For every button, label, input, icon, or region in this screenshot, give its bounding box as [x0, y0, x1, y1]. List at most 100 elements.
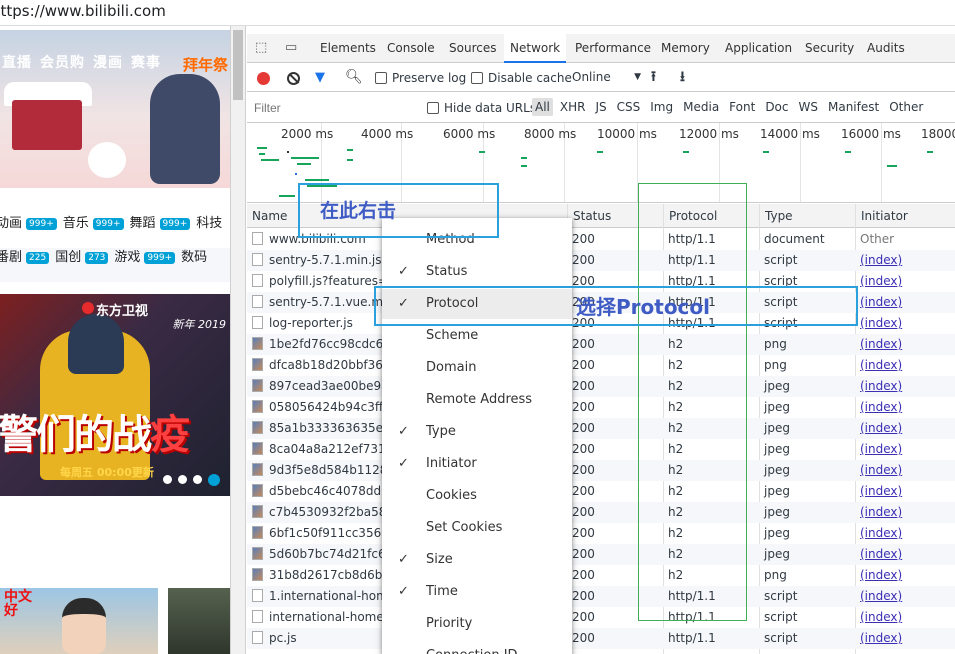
category-link[interactable]: 科技 [196, 214, 222, 234]
menu-item-status[interactable]: ✓ Status [382, 257, 572, 287]
checkbox-box[interactable] [471, 72, 483, 84]
menu-item-time[interactable]: ✓ Time [382, 577, 572, 607]
type-filter-js[interactable]: JS [592, 98, 609, 116]
table-row[interactable]: 6bf1c50f911cc35601 200 h2 jpeg (index) [247, 523, 955, 544]
scrollbar-thumb[interactable] [233, 30, 243, 100]
checkbox-box[interactable] [375, 72, 387, 84]
table-row[interactable]: c7b4530932f2ba587f 200 h2 jpeg (index) [247, 502, 955, 523]
table-row[interactable]: 9d3f5e8d584b11283a 200 h2 jpeg (index) [247, 460, 955, 481]
tab-memory[interactable]: Memory [661, 34, 710, 62]
menu-item-priority[interactable]: Priority [382, 609, 572, 639]
table-row[interactable]: 85a1b333363635ed3 200 h2 jpeg (index) [247, 418, 955, 439]
menu-item-cookies[interactable]: Cookies [382, 481, 572, 511]
initiator-cell[interactable]: (index) [855, 355, 955, 376]
type-filter-other[interactable]: Other [886, 98, 926, 116]
carousel-dot[interactable] [163, 475, 172, 484]
menu-item-type[interactable]: ✓ Type [382, 417, 572, 447]
table-row[interactable]: pc.js 200 http/1.1 script (index) [247, 628, 955, 649]
tab-performance[interactable]: Performance [575, 34, 651, 62]
hide-data-urls-checkbox[interactable]: Hide data URLs [427, 101, 536, 115]
carousel-dot[interactable] [193, 475, 202, 484]
initiator-cell[interactable]: (index) [855, 376, 955, 397]
checkbox-box[interactable] [427, 102, 439, 114]
initiator-cell[interactable]: (index) [855, 565, 955, 586]
site-banner[interactable]: 直播 会员购 漫画 赛事 拜年祭 [0, 30, 230, 188]
site-nav-link[interactable]: 直播 [2, 55, 32, 71]
tab-application[interactable]: Application [725, 34, 792, 62]
filter-input[interactable] [250, 97, 414, 119]
site-nav-link[interactable]: 漫画 [93, 55, 123, 71]
type-filter-ws[interactable]: WS [796, 98, 821, 116]
table-row[interactable]: 1be2fd76cc98cdc6a5 200 h2 png (index) [247, 334, 955, 355]
menu-item-size[interactable]: ✓ Size [382, 545, 572, 575]
device-toolbar-icon[interactable]: ▭ [285, 41, 301, 55]
category-link[interactable]: 动画 [0, 214, 22, 234]
table-row[interactable]: 058056424b94c3ff8c 200 h2 jpeg (index) [247, 397, 955, 418]
initiator-cell[interactable]: (index) [855, 481, 955, 502]
menu-item-initiator[interactable]: ✓ Initiator [382, 449, 572, 479]
category-link[interactable]: 数码 [181, 248, 207, 268]
initiator-cell[interactable]: (index) [855, 544, 955, 565]
initiator-cell[interactable]: (index) [855, 460, 955, 481]
initiator-cell[interactable]: (index) [855, 628, 955, 649]
carousel-dot-active[interactable] [208, 474, 220, 486]
export-har-icon[interactable]: ⭳ [680, 69, 685, 85]
initiator-cell[interactable]: (index) [855, 334, 955, 355]
tab-console[interactable]: Console [387, 34, 435, 62]
site-nav-link[interactable]: 赛事 [131, 55, 161, 71]
category-link[interactable]: 音乐 [63, 214, 89, 234]
search-icon[interactable]: 🔍︎ [345, 69, 363, 85]
clear-icon[interactable] [287, 72, 300, 85]
category-link[interactable]: 番剧 [0, 248, 22, 268]
type-filter-media[interactable]: Media [680, 98, 722, 116]
initiator-cell[interactable]: (index) [855, 418, 955, 439]
promo-carousel[interactable]: 东方卫视 新年 2019 警们的战疫 每周五 00:00更新 [0, 294, 230, 496]
initiator-cell[interactable]: (index) [855, 586, 955, 607]
initiator-cell[interactable]: (index) [855, 397, 955, 418]
tab-security[interactable]: Security [805, 34, 854, 62]
initiator-cell[interactable]: (index) [855, 292, 955, 313]
type-filter-font[interactable]: Font [726, 98, 758, 116]
type-filter-doc[interactable]: Doc [762, 98, 791, 116]
site-nav-link[interactable]: 会员购 [40, 55, 85, 71]
type-filter-manifest[interactable]: Manifest [825, 98, 882, 116]
menu-item-connection-id[interactable]: Connection ID [382, 641, 572, 654]
page-scrollbar[interactable] [230, 26, 246, 654]
column-header-type[interactable]: Type [759, 204, 855, 228]
disable-cache-checkbox[interactable]: Disable cache [471, 71, 572, 85]
table-row[interactable]: 8ca04a8a212ef731c5 200 h2 jpeg (index) [247, 439, 955, 460]
table-row[interactable]: 1.international-home 200 http/1.1 script (in… [247, 586, 955, 607]
initiator-cell[interactable]: (index) [855, 502, 955, 523]
filter-funnel-icon[interactable]: ▼ [315, 71, 329, 85]
table-row[interactable]: d5bebc46c4078ddbd 200 h2 jpeg (index) [247, 481, 955, 502]
menu-item-set-cookies[interactable]: Set Cookies [382, 513, 572, 543]
type-filter-xhr[interactable]: XHR [557, 98, 589, 116]
carousel-dot[interactable] [178, 475, 187, 484]
festival-label[interactable]: 拜年祭 [183, 54, 228, 75]
initiator-cell[interactable]: (index) [855, 250, 955, 271]
initiator-cell[interactable]: (index) [855, 607, 955, 628]
initiator-cell[interactable]: (index) [855, 313, 955, 334]
menu-item-remote-address[interactable]: Remote Address [382, 385, 572, 415]
video-thumbnail[interactable]: 中文好 [0, 588, 158, 654]
record-icon[interactable] [257, 72, 270, 85]
tab-audits[interactable]: Audits [867, 34, 905, 62]
type-filter-all[interactable]: All [532, 98, 553, 116]
table-row[interactable]: sentry-5.7.1.min.js 200 http/1.1 script (ind… [247, 250, 955, 271]
type-filter-css[interactable]: CSS [614, 98, 644, 116]
menu-item-domain[interactable]: Domain [382, 353, 572, 383]
table-row[interactable]: international-home.b 200 http/1.1 script (in… [247, 607, 955, 628]
throttling-select[interactable]: Online ▼ [569, 68, 643, 88]
type-filter-img[interactable]: Img [647, 98, 676, 116]
tab-sources[interactable]: Sources [449, 34, 496, 62]
table-row[interactable]: dfca8b18d20bbf366e 200 h2 png (index) [247, 355, 955, 376]
category-link[interactable]: 国创 [55, 248, 81, 268]
table-row[interactable]: 31b8d2617cb8d6b01 200 h2 png (index) [247, 565, 955, 586]
initiator-cell[interactable]: (index) [855, 271, 955, 292]
initiator-cell[interactable]: (index) [855, 439, 955, 460]
tab-network[interactable]: Network [504, 34, 567, 63]
category-link[interactable]: 舞蹈 [130, 214, 156, 234]
import-har-icon[interactable]: ⭱ [651, 69, 656, 85]
table-row[interactable]: 5d60b7bc74d21fc6b8 200 h2 jpeg (index) [247, 544, 955, 565]
address-bar[interactable]: https://www.bilibili.com [0, 0, 955, 26]
